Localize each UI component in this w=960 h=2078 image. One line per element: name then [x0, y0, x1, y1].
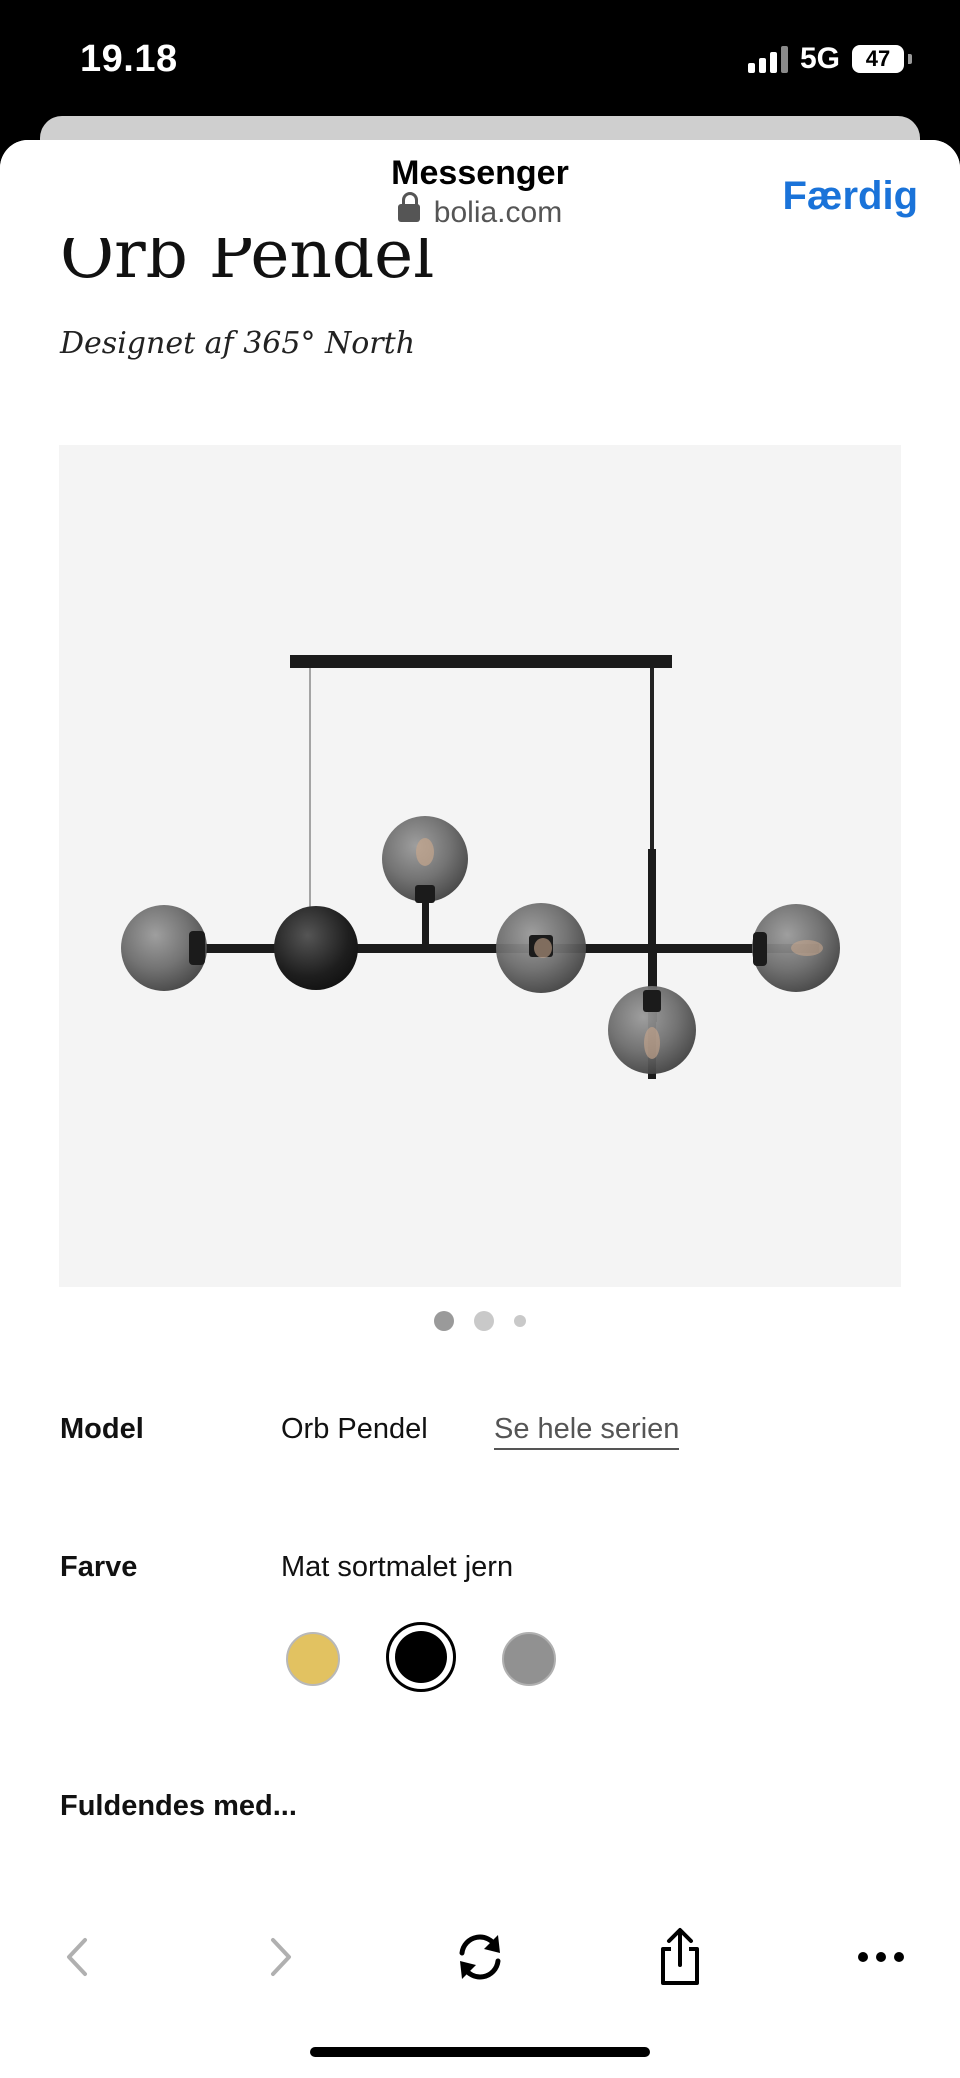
share-icon	[661, 1928, 699, 1985]
carousel-dot-1[interactable]	[434, 1311, 454, 1331]
back-icon	[67, 1938, 87, 1976]
battery-level: 47	[865, 46, 891, 71]
browser-nav-bar: Messenger bolia.com Færdig	[0, 140, 960, 238]
signal-icon	[747, 45, 788, 73]
reload-button[interactable]	[445, 1922, 515, 1992]
url-text: bolia.com	[433, 196, 563, 229]
reload-icon	[459, 1934, 501, 1980]
product-designer: Designet af 365° North	[60, 326, 416, 361]
forward-button[interactable]	[246, 1922, 316, 1992]
done-button[interactable]: Færdig	[782, 174, 918, 219]
carousel-dot-2[interactable]	[474, 1311, 494, 1331]
see-series-link[interactable]: Se hele serien	[494, 1413, 680, 1450]
model-label: Model	[60, 1413, 144, 1445]
lock-icon	[397, 192, 420, 223]
completes-with-heading: Fuldendes med...	[60, 1790, 297, 1822]
model-value: Orb Pendel	[281, 1413, 428, 1445]
color-swatch-black-fill	[395, 1631, 447, 1683]
network-label: 5G	[799, 42, 840, 75]
color-label: Farve	[60, 1551, 138, 1583]
more-button[interactable]	[846, 1922, 916, 1992]
carousel-dot-3[interactable]	[514, 1315, 526, 1327]
status-icons: 5G 47	[747, 42, 912, 76]
product-image[interactable]	[59, 445, 901, 1287]
forward-icon	[271, 1938, 291, 1976]
color-swatch-grey[interactable]	[502, 1632, 556, 1686]
battery-icon: 47	[852, 45, 904, 73]
color-swatch-gold[interactable]	[286, 1632, 340, 1686]
browser-sheet: Orb Pendel Designet af 365° North Model …	[0, 140, 960, 2078]
status-bar: 19.18 5G 47	[0, 0, 960, 130]
pendant-lamp-illustration	[121, 655, 840, 1079]
color-swatch-black[interactable]	[386, 1622, 456, 1692]
home-indicator[interactable]	[310, 2047, 650, 2057]
share-button[interactable]	[645, 1922, 715, 1992]
color-value: Mat sortmalet jern	[281, 1551, 514, 1583]
more-icon	[858, 1952, 904, 1962]
status-time: 19.18	[80, 38, 178, 80]
carousel-dots	[0, 1311, 960, 1331]
back-button[interactable]	[42, 1922, 112, 1992]
battery-tip	[908, 54, 912, 64]
